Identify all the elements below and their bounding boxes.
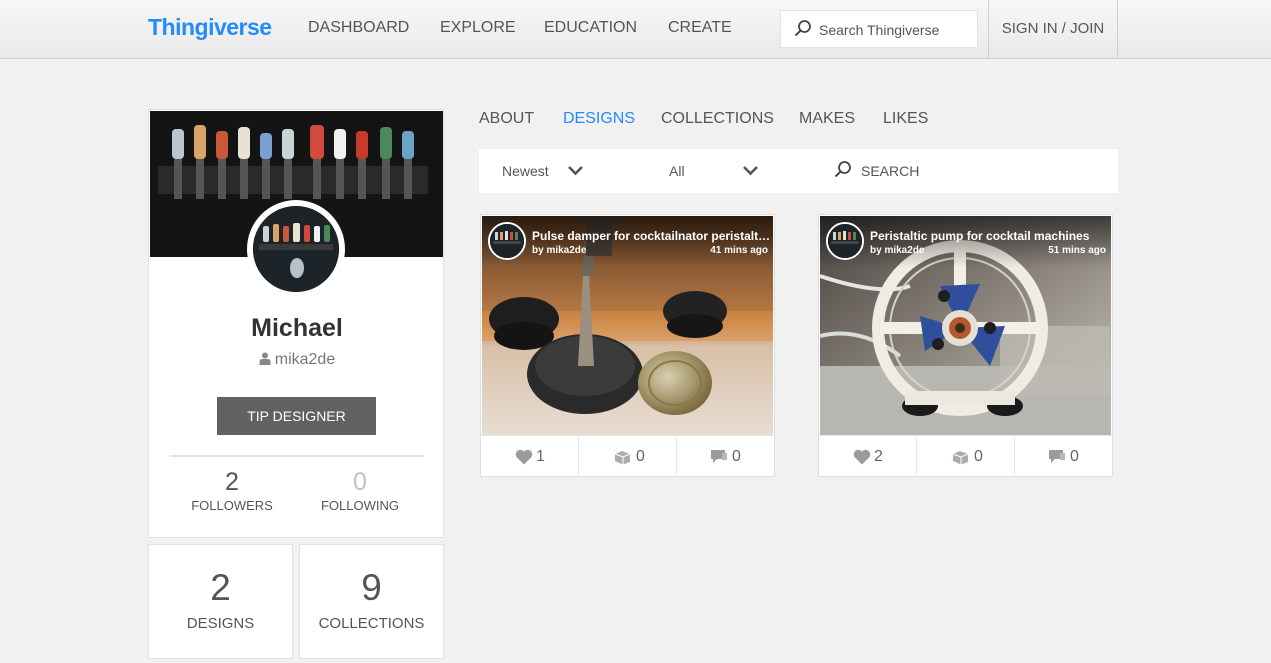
thing-time: 51 mins ago bbox=[1048, 245, 1106, 256]
tab-makes[interactable]: MAKES bbox=[799, 110, 855, 128]
thing-title[interactable]: Pulse damper for cocktailnator peristalt… bbox=[532, 229, 772, 243]
divider bbox=[170, 455, 424, 457]
following-label[interactable]: FOLLOWING bbox=[300, 498, 420, 513]
profile-username-text: mika2de bbox=[274, 351, 336, 368]
search-icon bbox=[834, 161, 851, 178]
creator-avatar[interactable] bbox=[488, 222, 526, 260]
profile-name: Michael bbox=[251, 314, 343, 342]
collections-count-box[interactable]: 9 COLLECTIONS bbox=[299, 544, 444, 659]
collections-label: COLLECTIONS bbox=[318, 615, 425, 632]
followers-count[interactable]: 2 bbox=[172, 468, 292, 497]
designs-count: 2 bbox=[210, 567, 231, 608]
chevron-down-icon[interactable] bbox=[742, 162, 759, 179]
comment-icon bbox=[711, 450, 727, 463]
site-search-input[interactable] bbox=[819, 20, 969, 40]
thing-actions: 1 0 0 bbox=[481, 435, 774, 477]
thing-actions: 2 0 0 bbox=[819, 435, 1112, 477]
thing-title[interactable]: Peristaltic pump for cocktail machines bbox=[870, 229, 1110, 243]
like-count: 1 bbox=[536, 448, 545, 465]
collections-count: 9 bbox=[361, 567, 382, 608]
nav-education[interactable]: EDUCATION bbox=[544, 19, 637, 37]
thing-time: 41 mins ago bbox=[710, 245, 768, 256]
tab-likes[interactable]: LIKES bbox=[883, 110, 928, 128]
designs-label: DESIGNS bbox=[186, 615, 255, 632]
creator-avatar[interactable] bbox=[826, 222, 864, 260]
type-select[interactable]: All bbox=[669, 163, 685, 179]
thing-author[interactable]: by mika2de bbox=[532, 245, 586, 256]
thing-card: Pulse damper for cocktailnator peristalt… bbox=[480, 214, 775, 477]
comment-button[interactable]: 0 bbox=[1014, 436, 1111, 477]
nav-create[interactable]: CREATE bbox=[668, 19, 732, 37]
site-search bbox=[780, 10, 978, 48]
user-icon bbox=[259, 352, 271, 365]
comment-count: 0 bbox=[732, 448, 741, 465]
search-icon[interactable] bbox=[793, 19, 813, 39]
followers-label[interactable]: FOLLOWERS bbox=[172, 498, 292, 513]
top-navigation-bar: Thingiverse DASHBOARD EXPLORE EDUCATION … bbox=[0, 0, 1271, 59]
designs-count-box[interactable]: 2 DESIGNS bbox=[148, 544, 293, 659]
heart-icon bbox=[853, 449, 871, 465]
thingiverse-logo[interactable]: Thingiverse bbox=[148, 14, 272, 41]
comment-count: 0 bbox=[1070, 448, 1079, 465]
thing-image[interactable]: Peristaltic pump for cocktail machines b… bbox=[820, 216, 1111, 435]
thing-image[interactable]: Pulse damper for cocktailnator peristalt… bbox=[482, 216, 773, 435]
tab-designs[interactable]: DESIGNS bbox=[563, 110, 635, 128]
sign-in-join-button[interactable]: SIGN IN / JOIN bbox=[988, 0, 1118, 59]
like-button[interactable]: 1 bbox=[481, 436, 578, 477]
collect-button[interactable]: 0 bbox=[916, 436, 1013, 477]
profile-username: mika2de bbox=[149, 351, 445, 369]
following-count[interactable]: 0 bbox=[300, 468, 420, 497]
tip-designer-button[interactable]: TIP DESIGNER bbox=[217, 397, 376, 435]
nav-explore[interactable]: EXPLORE bbox=[440, 19, 516, 37]
heart-icon bbox=[515, 449, 533, 465]
comment-button[interactable]: 0 bbox=[676, 436, 773, 477]
tab-collections[interactable]: COLLECTIONS bbox=[661, 110, 774, 128]
collect-button[interactable]: 0 bbox=[578, 436, 675, 477]
comment-icon bbox=[1049, 450, 1065, 463]
thing-author[interactable]: by mika2de bbox=[870, 245, 924, 256]
profile-avatar[interactable] bbox=[247, 200, 345, 298]
sort-select[interactable]: Newest bbox=[502, 163, 549, 179]
like-count: 2 bbox=[874, 448, 883, 465]
tab-about[interactable]: ABOUT bbox=[479, 110, 534, 128]
chevron-down-icon[interactable] bbox=[567, 162, 584, 179]
profile-card: Michael mika2de TIP DESIGNER 2 FOLLOWERS… bbox=[148, 109, 444, 538]
collect-icon bbox=[952, 451, 969, 465]
thing-card: Peristaltic pump for cocktail machines b… bbox=[818, 214, 1113, 477]
nav-dashboard[interactable]: DASHBOARD bbox=[308, 19, 409, 37]
filter-bar: Newest All SEARCH bbox=[479, 149, 1118, 193]
collect-icon bbox=[614, 451, 631, 465]
collect-count: 0 bbox=[974, 448, 983, 465]
like-button[interactable]: 2 bbox=[819, 436, 916, 477]
collect-count: 0 bbox=[636, 448, 645, 465]
designs-search-input[interactable]: SEARCH bbox=[861, 163, 919, 179]
